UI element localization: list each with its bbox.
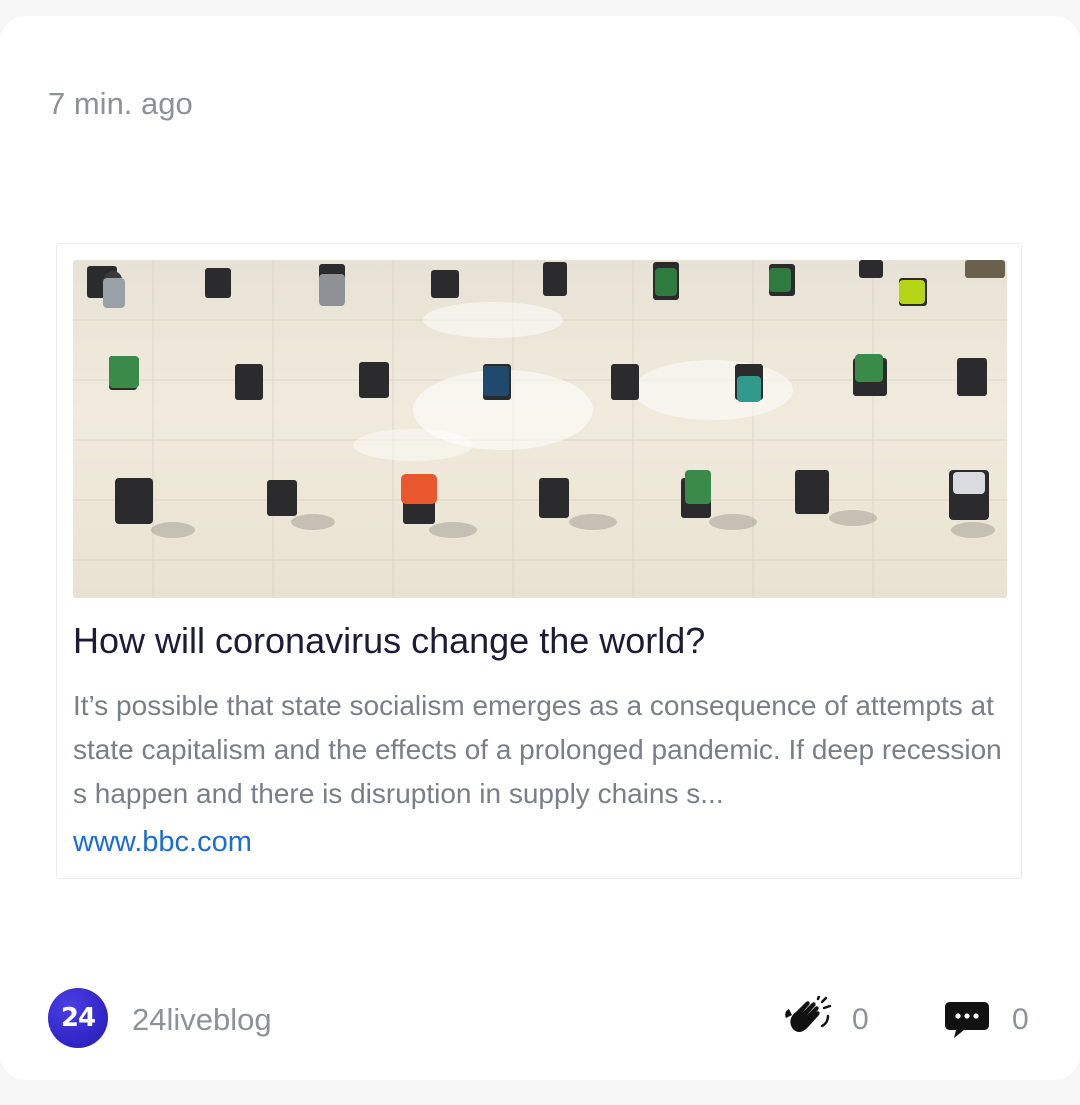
preview-photo — [73, 260, 1007, 598]
comment-count: 0 — [1012, 1003, 1029, 1036]
post-timestamp: 7 min. ago — [48, 86, 193, 121]
preview-title[interactable]: How will coronavirus change the world? — [73, 618, 1007, 664]
author-name[interactable]: 24liveblog — [132, 1000, 272, 1040]
post-footer: 24 24liveblog 0 0 — [0, 956, 1080, 1048]
clap-button[interactable] — [784, 994, 832, 1040]
preview-image[interactable] — [73, 260, 1007, 598]
clap-icon — [785, 994, 832, 1033]
comment-button[interactable] — [944, 998, 992, 1042]
preview-description: It’s possible that state socialism emerg… — [73, 690, 1002, 809]
avatar[interactable]: 24 — [48, 988, 108, 1048]
post-card: 7 min. ago How will coronavirus change t… — [0, 16, 1080, 1080]
clap-count: 0 — [852, 1003, 869, 1036]
preview-domain-link[interactable]: www.bbc.com — [73, 822, 252, 862]
link-preview-card[interactable]: How will coronavirus change the world? I… — [56, 243, 1022, 879]
comment-icon — [945, 1002, 989, 1038]
